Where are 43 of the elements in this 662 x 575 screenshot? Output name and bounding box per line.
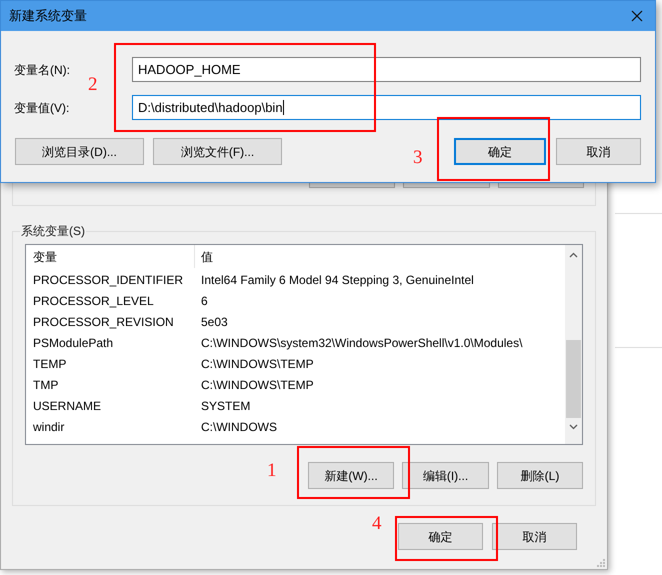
variable-name: PSModulePath (32, 334, 114, 352)
button[interactable]: 浏览目录(D)... (15, 138, 144, 165)
resize-grip-icon[interactable] (597, 559, 605, 567)
column-header[interactable]: 变量 (26, 245, 195, 268)
scroll-up-icon[interactable] (569, 252, 578, 258)
text-field[interactable]: D:\distributed\hadoop\bin (132, 95, 641, 120)
step-number: 4 (372, 513, 382, 535)
variable-value: 6 (200, 292, 208, 310)
variable-name: PROCESSOR_IDENTIFIER (32, 272, 184, 288)
variable-value: Intel64 Family 6 Model 94 Stepping 3, GenuineIntel (200, 272, 474, 288)
step-number: 3 (413, 147, 422, 169)
button[interactable]: 确定 (398, 523, 483, 550)
close-icon[interactable] (631, 10, 643, 22)
button[interactable]: 取消 (492, 523, 577, 550)
variable-name: TMP (32, 376, 60, 394)
text-field[interactable]: HADOOP_HOME (132, 57, 641, 82)
variable-value: C:\WINDOWS (200, 418, 277, 436)
variable-name: PROCESSOR_REVISION (32, 314, 175, 330)
step-number: 2 (88, 74, 98, 96)
scrollbar[interactable] (565, 245, 582, 444)
scrollbar-thumb[interactable] (566, 340, 581, 418)
button[interactable]: 删除(L) (497, 462, 583, 489)
variable-value: C:\WINDOWS\TEMP (200, 376, 314, 394)
variable-name: USERNAME (32, 398, 102, 414)
variable-value: 5e03 (200, 314, 228, 330)
scroll-down-icon[interactable] (569, 424, 578, 430)
step-number: 1 (267, 460, 276, 482)
variable-value: C:\WINDOWS\system32\WindowsPowerShell\v1.0\Modules\ (200, 334, 522, 352)
field-label: 变量值(V): (14, 100, 70, 116)
variable-name: PROCESSOR_LEVEL (32, 292, 155, 310)
variable-value: C:\WINDOWS\TEMP (200, 356, 314, 372)
button[interactable]: 编辑(I)... (402, 462, 489, 489)
button[interactable]: 确定 (454, 138, 546, 165)
button[interactable]: 新建(W)... (308, 462, 394, 489)
variable-name: windir (32, 418, 66, 436)
field-label: 变量名(N): (14, 62, 71, 78)
window-title: 新建系统变量 (9, 7, 87, 26)
group-title: 系统变量(S) (20, 223, 86, 239)
variable-name: TEMP (32, 356, 68, 372)
column-header[interactable]: 值 (195, 248, 213, 266)
button[interactable]: 取消 (556, 138, 641, 165)
variable-value: SYSTEM (200, 398, 250, 414)
button[interactable]: 浏览文件(F)... (153, 138, 282, 165)
